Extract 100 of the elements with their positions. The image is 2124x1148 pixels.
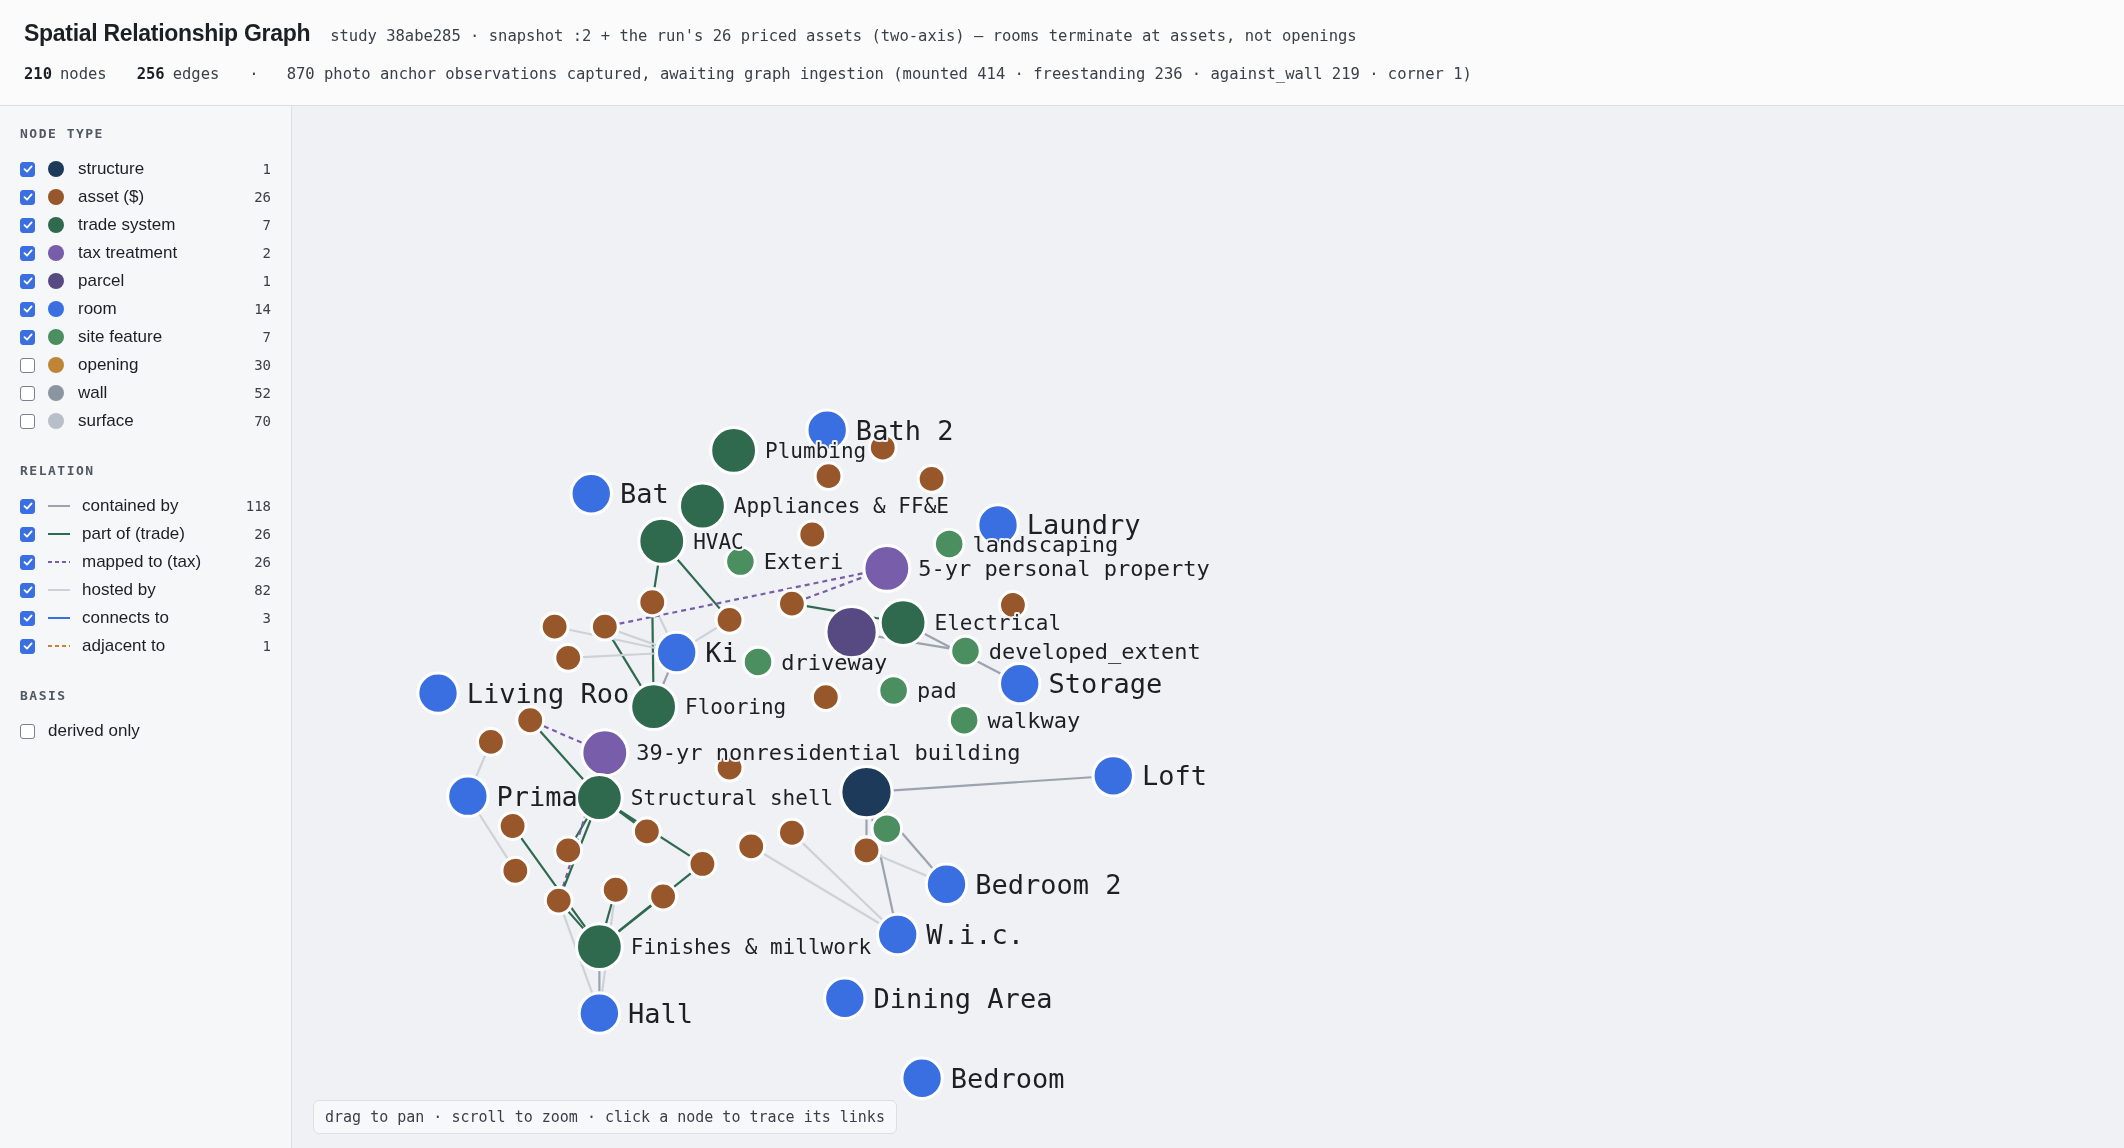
graph-node[interactable] xyxy=(543,885,574,916)
filter-checkbox[interactable] xyxy=(20,554,35,570)
graph-node[interactable] xyxy=(629,682,678,732)
legend-count: 26 xyxy=(254,526,271,542)
graph-node[interactable] xyxy=(575,773,624,822)
legend-count: 1 xyxy=(262,638,271,654)
filter-checkbox[interactable] xyxy=(20,245,35,261)
graph-node[interactable] xyxy=(823,976,867,1020)
legend-label: asset ($) xyxy=(78,187,146,207)
legend-count: 1 xyxy=(262,161,271,177)
graph-node[interactable] xyxy=(709,426,758,475)
graph-node[interactable] xyxy=(589,611,620,642)
ingestion-note: 870 photo anchor observations captured, awaiting graph ingestion (mounted 414 · freestanding 236 · against_wall 219 · corner 1) xyxy=(286,65,1472,83)
filter-checkbox[interactable] xyxy=(20,385,35,401)
legend-label: opening xyxy=(78,355,140,375)
graph-node[interactable] xyxy=(678,481,727,531)
graph-node[interactable] xyxy=(851,835,882,866)
legend-label: structure xyxy=(78,159,146,179)
legend-label: parcel xyxy=(78,271,126,291)
node-label: Appliances & FF&E xyxy=(733,493,949,519)
graph-node[interactable] xyxy=(600,874,631,905)
filter-checkbox[interactable] xyxy=(20,526,35,542)
legend-count: 26 xyxy=(254,189,271,205)
graph-node[interactable] xyxy=(924,862,969,906)
section-heading: RELATION xyxy=(20,463,96,478)
graph-node[interactable] xyxy=(947,703,981,737)
graph-node[interactable] xyxy=(569,472,613,516)
legend-label: adjacent to xyxy=(82,636,167,656)
filter-checkbox[interactable] xyxy=(20,638,35,654)
graph-node[interactable] xyxy=(577,991,622,1035)
filter-checkbox[interactable] xyxy=(20,329,35,345)
graph-node[interactable] xyxy=(900,1056,944,1100)
filter-checkbox[interactable] xyxy=(20,301,35,317)
graph-node[interactable] xyxy=(497,811,528,841)
graph-node[interactable] xyxy=(777,588,807,619)
legend-label: site feature xyxy=(78,327,164,347)
graph-node[interactable] xyxy=(777,817,807,848)
legend-label: room xyxy=(78,299,118,319)
graph-node[interactable] xyxy=(648,881,678,912)
graph-node[interactable] xyxy=(446,774,490,818)
graph-node[interactable] xyxy=(736,831,767,862)
graph-node[interactable] xyxy=(741,645,775,679)
filter-checkbox[interactable] xyxy=(20,161,35,177)
filter-checkbox[interactable] xyxy=(20,357,35,373)
graph-node[interactable] xyxy=(637,516,687,566)
graph-node[interactable] xyxy=(797,519,828,550)
graph-edge xyxy=(478,813,509,859)
graph-node[interactable] xyxy=(655,630,699,675)
node-label: Exteri xyxy=(763,549,844,575)
graph-node[interactable] xyxy=(916,463,947,494)
graph-node[interactable] xyxy=(575,922,624,972)
legend-label: connects to xyxy=(82,608,170,628)
graph-node[interactable] xyxy=(500,855,531,886)
filter-checkbox[interactable] xyxy=(20,582,35,598)
node-label: Ki xyxy=(705,636,738,668)
filter-checkbox[interactable] xyxy=(20,217,35,233)
graph-node[interactable] xyxy=(878,598,928,647)
node-label: Prima xyxy=(496,780,578,812)
graph-node[interactable] xyxy=(476,727,506,757)
filter-checkbox[interactable] xyxy=(20,413,35,429)
graph-node[interactable] xyxy=(416,671,460,715)
graph-node[interactable] xyxy=(714,605,745,635)
filter-checkbox[interactable] xyxy=(20,610,35,626)
graph-node[interactable] xyxy=(553,642,584,673)
node-label: Finishes & millwork xyxy=(630,934,872,960)
graph-node[interactable] xyxy=(932,527,966,561)
legend-count: 14 xyxy=(254,301,271,317)
legend-label: surface xyxy=(78,411,135,431)
graph-node[interactable] xyxy=(949,634,982,668)
filter-checkbox[interactable] xyxy=(20,498,35,514)
graph-node[interactable] xyxy=(862,543,912,593)
filter-checkbox[interactable] xyxy=(20,273,35,289)
graph-node[interactable] xyxy=(631,816,662,847)
graph-node[interactable] xyxy=(877,674,910,707)
graph-node[interactable] xyxy=(637,587,668,618)
filter-checkbox[interactable] xyxy=(20,723,35,739)
graph-edge xyxy=(865,819,868,836)
node-label: Bedroom 2 xyxy=(975,868,1122,900)
node-label: Dining Area xyxy=(873,982,1053,1014)
study-summary: study 38abe285 · snapshot :2 + the run's 26 priced assets (two-axis) — rooms terminate at assets, not openings xyxy=(330,27,1357,45)
graph-node[interactable] xyxy=(839,765,894,820)
legend-count: 7 xyxy=(262,217,271,233)
filter-checkbox[interactable] xyxy=(20,189,35,205)
node-label: Bedroom xyxy=(950,1062,1065,1094)
legend-label: tax treatment xyxy=(78,243,179,263)
node-label: Bat xyxy=(619,478,669,510)
graph-node[interactable] xyxy=(1091,754,1135,798)
legend-label: part of (trade) xyxy=(82,524,186,544)
node-label: developed_extent xyxy=(988,638,1201,664)
graph-node[interactable] xyxy=(687,849,718,879)
graph-node[interactable] xyxy=(580,728,630,778)
node-label: Living Roo xyxy=(466,677,630,709)
graph-node[interactable] xyxy=(539,611,570,642)
graph-node[interactable] xyxy=(870,812,904,845)
graph-node[interactable] xyxy=(810,682,841,713)
graph-node[interactable] xyxy=(553,835,584,866)
node-label: 39-yr nonresidential building xyxy=(636,740,1021,766)
node-label: walkway xyxy=(987,707,1081,733)
graph-node[interactable] xyxy=(813,461,844,492)
graph-node[interactable] xyxy=(876,912,920,957)
